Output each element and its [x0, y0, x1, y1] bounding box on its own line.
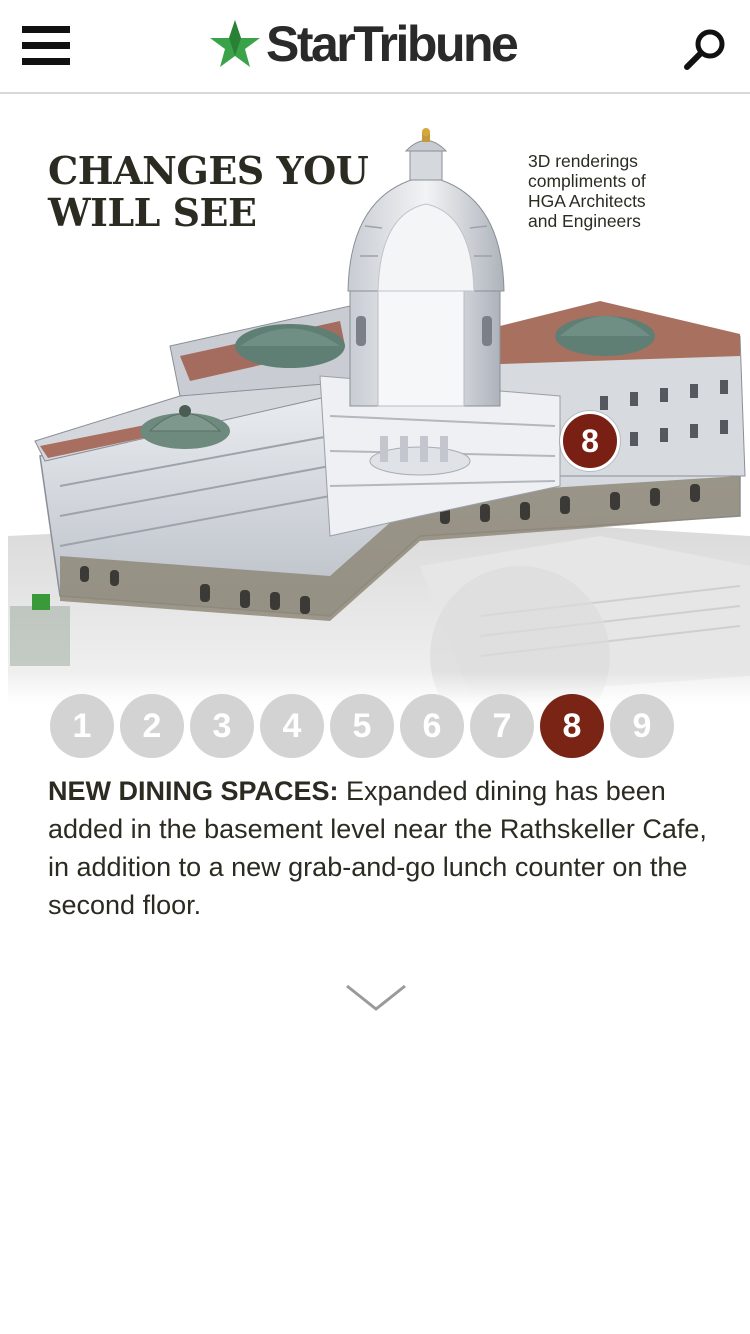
- chevron-down-icon[interactable]: [345, 983, 407, 1013]
- step-heading: NEW DINING SPACES:: [48, 776, 339, 806]
- step-navigation: 1 2 3 4 5 6 7 8 9: [50, 694, 674, 758]
- search-icon[interactable]: [680, 24, 730, 74]
- graphic-title-line1: CHANGES YOU: [48, 148, 369, 193]
- step-description: NEW DINING SPACES: Expanded dining has b…: [48, 772, 728, 924]
- credit-line4: and Engineers: [528, 211, 641, 231]
- credit-line3: HGA Architects: [528, 191, 646, 211]
- credit-line2: compliments of: [528, 171, 646, 191]
- image-credit: 3D renderings compliments of HGA Archite…: [528, 151, 718, 231]
- step-button-9[interactable]: 9: [610, 694, 674, 758]
- hamburger-menu-icon[interactable]: [22, 26, 70, 66]
- step-button-1[interactable]: 1: [50, 694, 114, 758]
- graphic-title: CHANGES YOU WILL SEE: [48, 148, 369, 235]
- step-button-7[interactable]: 7: [470, 694, 534, 758]
- credit-line1: 3D renderings: [528, 151, 638, 171]
- step-button-2[interactable]: 2: [120, 694, 184, 758]
- startribune-logo[interactable]: StarTribune: [208, 14, 519, 74]
- site-header: StarTribune: [0, 0, 750, 94]
- graphic-title-line2: WILL SEE: [48, 190, 257, 235]
- star-logo-icon: [210, 20, 260, 67]
- step-button-5[interactable]: 5: [330, 694, 394, 758]
- step-button-3[interactable]: 3: [190, 694, 254, 758]
- hotspot-marker-8[interactable]: 8: [560, 411, 620, 471]
- step-button-4[interactable]: 4: [260, 694, 324, 758]
- step-button-6[interactable]: 6: [400, 694, 464, 758]
- logo-text: StarTribune: [266, 16, 519, 72]
- step-button-8[interactable]: 8: [540, 694, 604, 758]
